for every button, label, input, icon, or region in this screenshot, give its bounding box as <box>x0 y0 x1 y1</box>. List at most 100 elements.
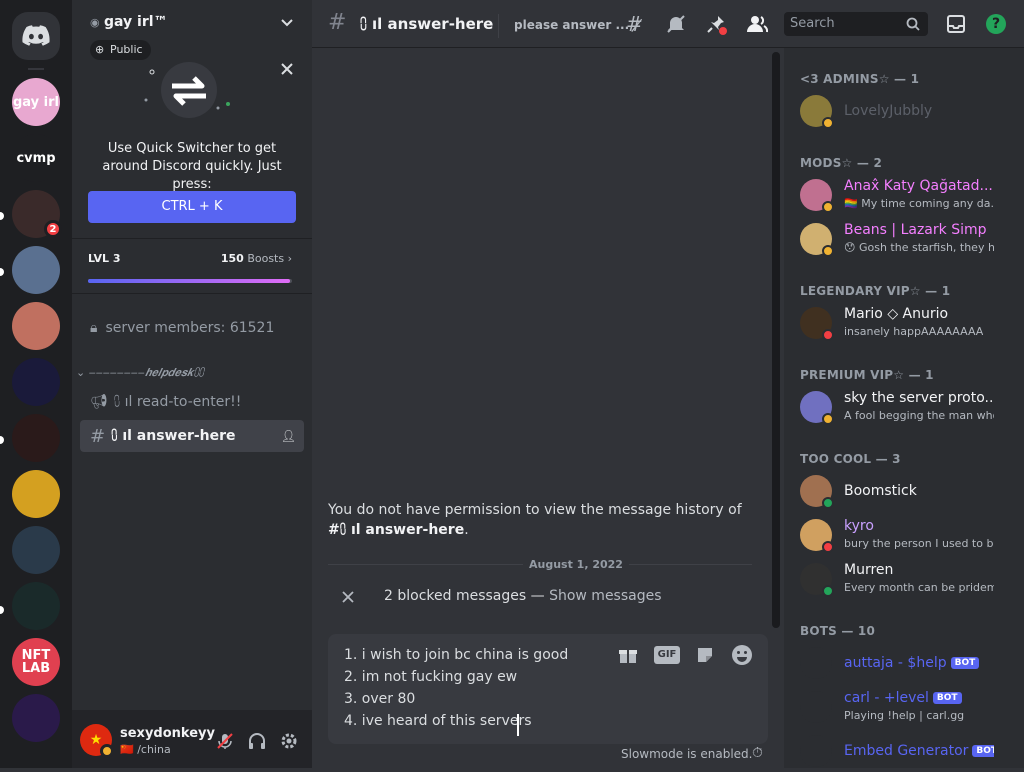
member-name-text: Mario ◇ Anurio <box>844 306 949 322</box>
status-idle-icon <box>822 117 834 129</box>
member-count-channel[interactable]: 🔒︎ server members: 61521 <box>80 312 304 344</box>
sticker-icon[interactable] <box>695 645 715 665</box>
member-item[interactable]: Murren Every month can be pridem... <box>792 558 1020 600</box>
input-line: 1. i wish to join bc china is good <box>344 647 569 663</box>
member-item[interactable]: Boomstick <box>792 470 1020 512</box>
status-idle-icon <box>822 413 834 425</box>
member-name: Boomstick <box>844 483 917 499</box>
member-list: <3 ADMINS☆ — 1 LovelyJubbly MODS☆ — 2 Anax̂… <box>784 48 1024 768</box>
no-permission-notice: You do not have permission to view the m… <box>328 502 742 538</box>
member-name: sky the server proto... <box>844 390 994 406</box>
community-icon: ◉ <box>90 16 100 29</box>
member-item[interactable]: Embed GeneratorBOT <box>792 730 1020 772</box>
megaphone-icon: 📢︎ <box>90 394 108 410</box>
quick-switcher-button[interactable]: CTRL + K <box>88 191 296 223</box>
close-icon[interactable] <box>342 591 354 603</box>
headphones-icon[interactable] <box>248 732 266 750</box>
status-mobile-icon <box>822 497 834 509</box>
member-item[interactable]: Anax̂ Katy Qağatad... 🏳️‍🌈 My time coming… <box>792 174 1020 216</box>
close-icon[interactable] <box>280 62 294 76</box>
channel-answer-here[interactable]: # ⩇ ıl answer-here 👤︎ <box>80 420 304 452</box>
member-name: Embed GeneratorBOT <box>844 743 994 759</box>
member-name: Murren <box>844 562 893 578</box>
user-panel: ★ sexydonkeyy 🇨🇳 /china <box>72 710 312 768</box>
server-icon[interactable] <box>12 582 60 630</box>
member-status-text: insanely happAAAAAAAA <box>844 325 983 338</box>
chevron-down-icon[interactable] <box>280 18 294 28</box>
blocked-separator: — <box>526 588 550 604</box>
boost-count-wrap: 150 Boosts › <box>220 252 292 265</box>
server-icon[interactable] <box>12 470 60 518</box>
message-input[interactable]: 1. i wish to join bc china is good 2. im… <box>328 634 768 744</box>
member-name-text: Boomstick <box>844 483 917 499</box>
inbox-icon[interactable] <box>946 14 966 34</box>
member-name-text: auttaja - $help <box>844 655 947 671</box>
member-name: Beans | Lazark Simp <box>844 222 987 238</box>
member-count-label: server members: 61521 <box>105 320 275 336</box>
scrollbar[interactable] <box>772 52 780 628</box>
member-item[interactable]: Mario ◇ Anurio insanely happAAAAAAAA <box>792 302 1020 344</box>
slowmode-notice: Slowmode is enabled. <box>621 747 753 761</box>
boost-label: Boosts <box>247 252 285 265</box>
member-name: auttaja - $help BOT <box>844 655 980 671</box>
member-item[interactable]: carl - +level BOT Playing !help | carl.gg <box>792 686 1020 728</box>
mention-badge: 2 <box>44 220 62 238</box>
status-idle-icon <box>100 744 114 758</box>
server-label: gay irl <box>12 94 59 110</box>
status-idle-icon <box>822 245 834 257</box>
home-button[interactable] <box>12 12 60 60</box>
input-line: 2. im not fucking gay ew <box>344 669 518 685</box>
member-name: kyro <box>844 518 874 534</box>
public-badge: ⊕ Public <box>90 40 151 60</box>
status-text: Every month can be pridem... <box>844 581 994 594</box>
channel-sidebar: ◉ gay irl™ ⊕ Public Use Quick Switcher t… <box>72 0 312 768</box>
member-item[interactable]: auttaja - $help BOT <box>792 642 1020 684</box>
channel-read-to-enter[interactable]: 📢︎ ⩇ ıl read-to-enter!! <box>80 386 304 418</box>
server-icon[interactable] <box>12 526 60 574</box>
server-icon[interactable] <box>12 694 60 742</box>
avatar <box>800 735 832 767</box>
channel-mention[interactable]: #⩇ ıl answer-here <box>328 522 464 538</box>
server-icon[interactable]: gay irl <box>12 78 60 126</box>
unread-indicator <box>0 436 4 444</box>
lock-icon: 🔒︎ <box>90 320 98 336</box>
mic-muted-icon[interactable] <box>216 732 234 750</box>
member-item[interactable]: Beans | Lazark Simp 😯 Gosh the starfish, … <box>792 218 1020 260</box>
bot-badge: BOT <box>972 745 994 757</box>
server-icon[interactable] <box>12 358 60 406</box>
server-icon[interactable] <box>12 302 60 350</box>
member-group-header: <3 ADMINS☆ — 1 <box>800 72 920 86</box>
member-name-text: sky the server proto... <box>844 390 994 406</box>
category-helpdesk[interactable]: ⌄ ‒‒‒‒‒‒‒‒𝒉𝒆𝒍𝒑𝒅𝒆𝒔𝒌⩇⩇ <box>76 366 204 380</box>
member-group-header: PREMIUM VIP☆ — 1 <box>800 368 934 382</box>
status-text: bury the person I used to be m... <box>844 537 994 550</box>
boost-bar-track <box>88 279 292 283</box>
show-messages-link[interactable]: Show messages <box>549 588 661 604</box>
boost-count: 150 <box>220 252 244 265</box>
member-name-text: Anax̂ Katy Qağatad... <box>844 178 993 194</box>
server-icon[interactable]: NFT LAB <box>12 638 60 686</box>
gift-icon[interactable] <box>618 645 638 665</box>
search-input[interactable]: Search <box>784 12 928 36</box>
server-icon[interactable] <box>12 246 60 294</box>
blocked-count: 2 blocked messages <box>384 588 527 604</box>
server-icon[interactable]: cvmp <box>12 134 60 182</box>
help-icon[interactable]: ? <box>986 14 1006 34</box>
invite-icon[interactable]: 👤︎ <box>281 429 296 443</box>
member-item[interactable]: sky the server proto... A fool begging th… <box>792 386 1020 428</box>
input-line: 4. ive heard of this servers <box>344 713 532 729</box>
member-item[interactable]: kyro bury the person I used to be m... <box>792 514 1020 556</box>
member-item[interactable]: LovelyJubbly <box>792 90 1020 132</box>
channel-label: ⩇ ıl read-to-enter!! <box>113 394 242 410</box>
channel-label: ⩇ ıl answer-here <box>111 428 236 444</box>
emoji-icon[interactable] <box>731 644 753 666</box>
status-online-icon <box>822 585 834 597</box>
server-icon[interactable] <box>12 414 60 462</box>
gear-icon[interactable] <box>280 732 298 750</box>
boost-progress-bar[interactable]: LVL 3 150 Boosts › <box>72 238 312 294</box>
member-name: Anax̂ Katy Qağatad... <box>844 178 993 194</box>
search-icon <box>906 17 920 31</box>
member-name: Mario ◇ Anurio <box>844 306 948 322</box>
member-name-text: carl - +level <box>844 690 929 706</box>
gif-button[interactable]: GIF <box>654 646 680 664</box>
